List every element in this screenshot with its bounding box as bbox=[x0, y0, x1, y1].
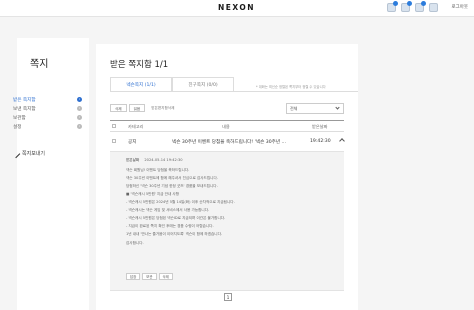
filter-select[interactable]: 전체 bbox=[286, 103, 344, 114]
tab-bar: 넥슨쪽지 (1/1) 친구쪽지 (0/0) bbox=[110, 77, 234, 92]
nexon-logo[interactable]: NEXON bbox=[218, 3, 255, 12]
message-line: - 넥슨캐시 5만원은 2024년 5월 14일(화) 이후 순차적으로 지급됩… bbox=[126, 200, 235, 205]
archive-button[interactable]: 보관 bbox=[142, 273, 157, 280]
sidebar-item-settings[interactable]: 설정 i bbox=[13, 122, 85, 131]
reply-button[interactable]: 답장 bbox=[126, 273, 141, 280]
note-icon[interactable] bbox=[401, 1, 412, 12]
info-icon: i bbox=[77, 124, 82, 129]
message-line: 당첨하신 '넥슨 30주년 기념 한정 굿즈' 경품을 보내드립니다. bbox=[126, 184, 218, 189]
toolbar: 삭제 읽음 받은편지함삭제 bbox=[110, 104, 174, 112]
delete-button[interactable]: 삭제 bbox=[110, 104, 127, 112]
tab-note: * 대화는 최신순 정렬된 쪽지부터 정렬 수 있습니다 bbox=[256, 85, 326, 89]
table-row[interactable]: 공지 넥슨 30주년 이벤트 당첨을 축하드립니다! '넥슨 30주년 ... … bbox=[110, 136, 345, 147]
sidebar-item-archive[interactable]: 보관함 i bbox=[13, 113, 85, 122]
logout-link[interactable]: 로그아웃 bbox=[451, 4, 468, 10]
page-title: 받은 쪽지함 1/1 bbox=[110, 60, 169, 70]
mail-icon[interactable] bbox=[415, 1, 426, 12]
page-number[interactable]: 1 bbox=[224, 293, 232, 301]
message-line: - 넥슨캐시는 넥슨 게임 및 서비스에서 사용 가능합니다. bbox=[126, 208, 210, 213]
sidebar: 쪽지 bbox=[17, 38, 89, 310]
tab-divider bbox=[110, 91, 358, 92]
sidebar-menu: 받은 쪽지함 i 보낸 쪽지함 i 보관함 i 설정 i bbox=[13, 95, 85, 131]
top-icons bbox=[387, 1, 438, 12]
message-line: - 지급이 완료된 쪽지 확인 후에는 경품 수령이 어렵습니다. bbox=[126, 224, 214, 229]
message-line: 넥슨 회원님! 이벤트 당첨을 축하드립니다. bbox=[126, 168, 190, 172]
sidebar-item-label: 받은 쪽지함 bbox=[13, 97, 36, 103]
row-time: 19:42:30 bbox=[310, 139, 331, 144]
column-category: 카테고리 bbox=[128, 124, 144, 129]
write-note-label: 쪽지보내기 bbox=[22, 151, 46, 157]
chevron-up-icon[interactable] bbox=[339, 138, 345, 144]
row-category: 공지 bbox=[128, 140, 137, 145]
select-all-checkbox[interactable] bbox=[112, 124, 116, 128]
message-line: - 넥슨캐시 5만원은 당첨된 넥슨ID로 지급되며 이관은 불가합니다. bbox=[126, 216, 226, 221]
sidebar-item-label: 보낸 쪽지함 bbox=[13, 106, 36, 112]
message-line: 넥슨 30주년 이벤트에 함께 해주셔서 진심으로 감사드립니다. bbox=[126, 176, 218, 181]
message-line: 감사합니다. bbox=[126, 240, 144, 245]
message-body: 넥슨 회원님! 이벤트 당첨을 축하드립니다. 넥슨 30주년 이벤트에 함께 … bbox=[126, 168, 336, 249]
main-panel: 받은 쪽지함 1/1 넥슨쪽지 (1/1) 친구쪽지 (0/0) * 대화는 최… bbox=[96, 44, 358, 310]
row-content[interactable]: 넥슨 30주년 이벤트 당첨을 축하드립니다! '넥슨 30주년 ... bbox=[172, 139, 286, 145]
sidebar-title: 쪽지 bbox=[30, 59, 49, 70]
table-header: 카테고리 내용 받은날짜 bbox=[110, 120, 344, 132]
delete-message-button[interactable]: 삭제 bbox=[158, 273, 173, 280]
received-date-value: 2024-05-14 19:42:30 bbox=[144, 158, 183, 162]
info-icon: i bbox=[77, 115, 82, 120]
info-icon: i bbox=[77, 97, 82, 102]
sidebar-item-inbox[interactable]: 받은 쪽지함 i bbox=[13, 95, 85, 104]
chevron-down-icon bbox=[335, 105, 340, 110]
notification-icon[interactable] bbox=[387, 1, 398, 12]
tab-nexon-notes[interactable]: 넥슨쪽지 (1/1) bbox=[110, 77, 172, 92]
tab-friend-notes[interactable]: 친구쪽지 (0/0) bbox=[172, 77, 234, 92]
filter-value: 전체 bbox=[290, 106, 298, 111]
column-date: 받은날짜 bbox=[312, 124, 328, 129]
friend-icon[interactable] bbox=[429, 3, 438, 12]
message-actions: 답장 보관 삭제 bbox=[126, 273, 173, 280]
info-icon: i bbox=[77, 106, 82, 111]
delete-all-link[interactable]: 받은편지함삭제 bbox=[151, 104, 174, 112]
message-meta: 받은날짜 2024-05-14 19:42:30 bbox=[126, 158, 183, 163]
row-checkbox[interactable] bbox=[112, 139, 116, 143]
message-line: ■ '넥슨캐시 5만원' 지급 안내 사항 bbox=[126, 192, 180, 197]
message-detail: 받은날짜 2024-05-14 19:42:30 넥슨 회원님! 이벤트 당첨을… bbox=[110, 151, 344, 291]
write-note-button[interactable]: 쪽지보내기 bbox=[11, 149, 46, 158]
message-line: 1년 내내 '만나는 즐거움이 이어지도록' 넥슨이 함께 하겠습니다. bbox=[126, 232, 223, 237]
sidebar-item-label: 설정 bbox=[13, 124, 22, 130]
top-bar: NEXON 로그아웃 bbox=[0, 0, 474, 17]
pencil-icon bbox=[11, 149, 21, 158]
sidebar-item-label: 보관함 bbox=[13, 115, 26, 121]
column-content: 내용 bbox=[222, 124, 230, 129]
received-date-label: 받은날짜 bbox=[126, 158, 140, 162]
sidebar-item-sent[interactable]: 보낸 쪽지함 i bbox=[13, 104, 85, 113]
mark-read-button[interactable]: 읽음 bbox=[128, 104, 146, 112]
